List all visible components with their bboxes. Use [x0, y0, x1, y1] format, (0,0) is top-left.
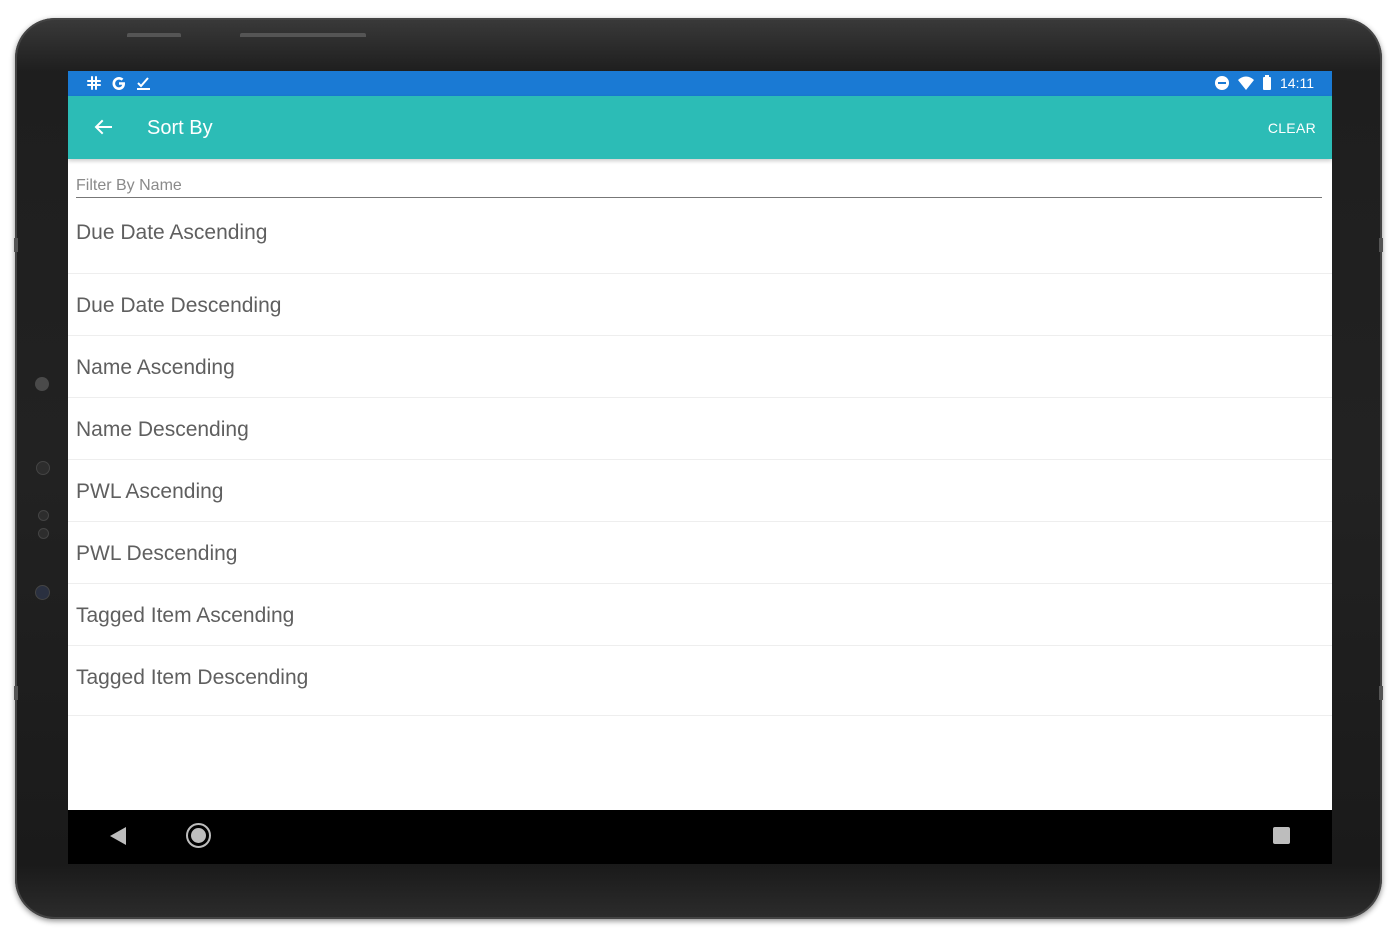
sensor-icon: [38, 528, 49, 539]
sort-option-pwl-descending[interactable]: PWL Descending: [68, 522, 1332, 584]
sort-option-due-date-descending[interactable]: Due Date Descending: [68, 274, 1332, 336]
sort-option-name-descending[interactable]: Name Descending: [68, 398, 1332, 460]
sort-option-tagged-item-ascending[interactable]: Tagged Item Ascending: [68, 584, 1332, 646]
notification-icons: [86, 74, 152, 92]
status-bar: 14:11: [68, 71, 1332, 96]
tasks-icon: [136, 74, 152, 92]
sort-option-due-date-ascending[interactable]: Due Date Ascending: [68, 201, 1332, 274]
list-item-label: Tagged Item Ascending: [76, 604, 295, 627]
side-button-right: [1379, 238, 1383, 252]
side-button-left: [14, 238, 18, 252]
list-item-label: Due Date Descending: [76, 294, 282, 317]
slack-icon: [86, 74, 102, 92]
back-button[interactable]: [88, 112, 118, 142]
navigation-bar: [68, 810, 1332, 864]
sort-option-pwl-ascending[interactable]: PWL Ascending: [68, 460, 1332, 522]
list-item-label: Name Ascending: [76, 356, 235, 379]
volume-button: [240, 33, 366, 37]
sort-options-list: Due Date Ascending Due Date Descending N…: [68, 201, 1332, 716]
sort-option-name-ascending[interactable]: Name Ascending: [68, 336, 1332, 398]
clear-button[interactable]: CLEAR: [1268, 120, 1316, 136]
sensor-icon: [36, 461, 50, 475]
home-icon[interactable]: [186, 823, 211, 848]
list-item-label: Tagged Item Descending: [76, 666, 309, 689]
side-button-right-lower: [1379, 686, 1383, 700]
list-item-label: PWL Ascending: [76, 480, 224, 503]
clock: 14:11: [1280, 75, 1314, 91]
battery-icon: [1262, 74, 1272, 92]
google-icon: [111, 74, 127, 92]
back-icon[interactable]: [110, 827, 126, 845]
sort-option-tagged-item-descending[interactable]: Tagged Item Descending: [68, 646, 1332, 716]
sensor-icon: [38, 510, 49, 521]
system-status: 14:11: [1214, 74, 1314, 92]
list-item-label: PWL Descending: [76, 542, 238, 565]
side-button-left-lower: [14, 686, 18, 700]
power-button: [127, 33, 181, 37]
do-not-disturb-icon: [1214, 74, 1230, 92]
app-bar: Sort By CLEAR: [68, 96, 1332, 159]
list-item-label: Name Descending: [76, 418, 249, 441]
page-title: Sort By: [147, 117, 213, 139]
front-camera-icon: [35, 377, 49, 391]
list-item-label: Due Date Ascending: [76, 221, 268, 244]
arrow-left-icon: [94, 119, 112, 135]
camera-lens-icon: [35, 585, 50, 600]
screen: 14:11 Sort By CLEAR Due Date Ascending D…: [68, 71, 1332, 864]
wifi-icon: [1238, 74, 1254, 92]
filter-by-name-input[interactable]: [76, 175, 1322, 198]
recents-icon[interactable]: [1273, 827, 1290, 844]
